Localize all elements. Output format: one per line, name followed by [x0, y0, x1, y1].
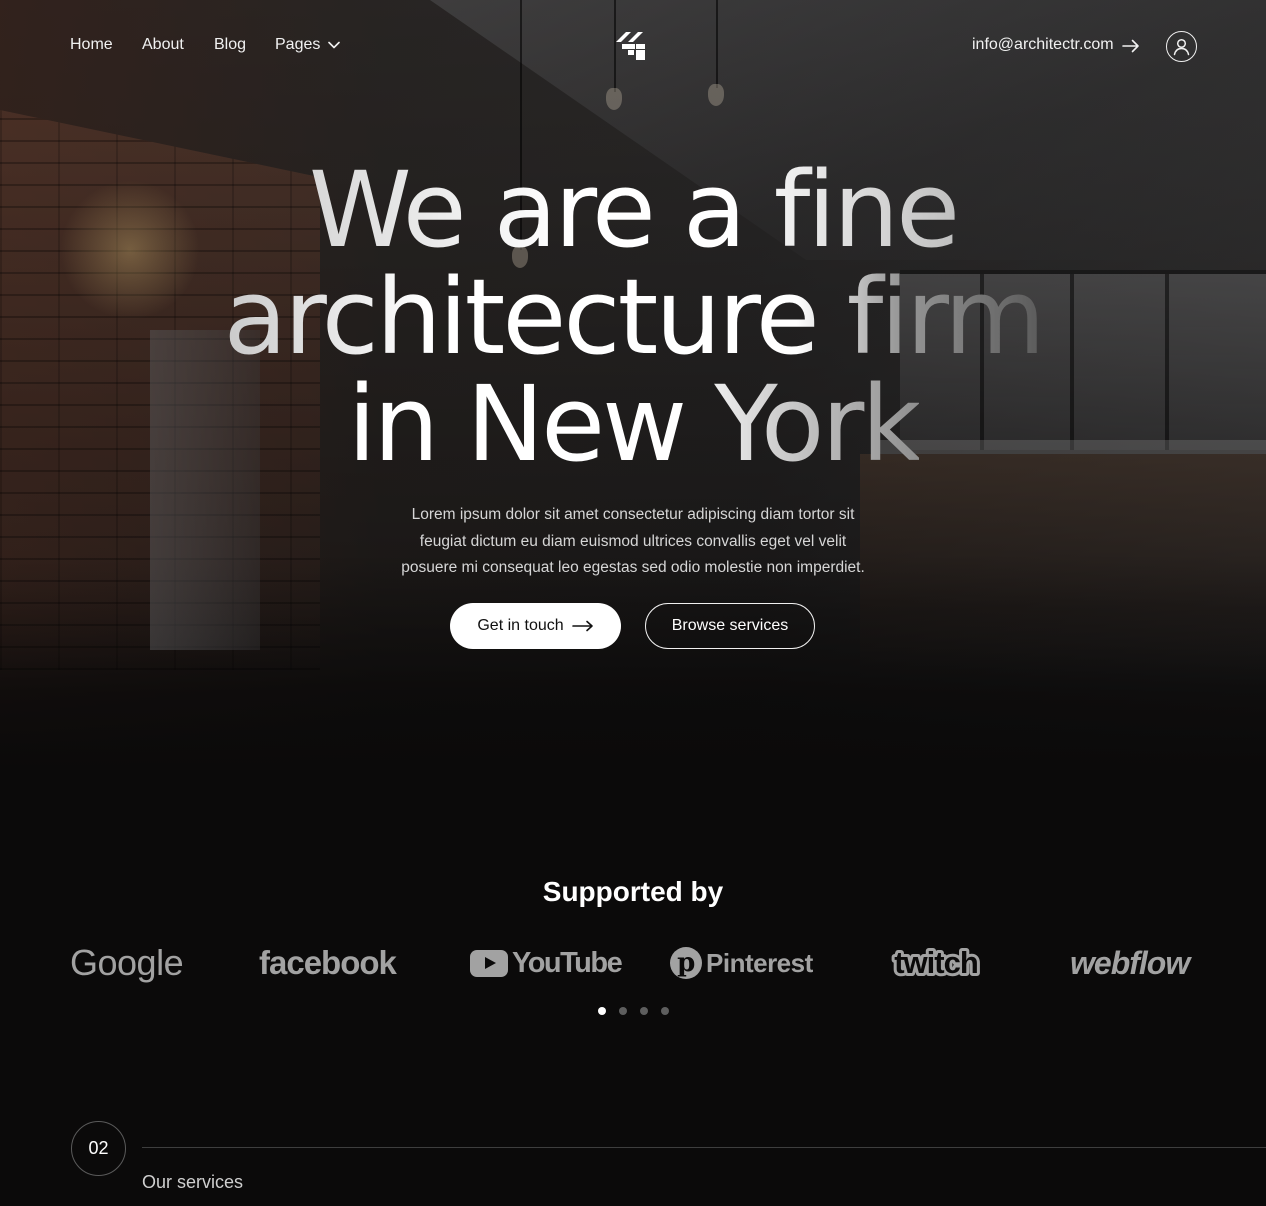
email-link[interactable]: info@architectr.com: [972, 36, 1114, 54]
youtube-logo: YouTube: [470, 940, 623, 986]
hero-headline-line-2: architecture firm: [223, 256, 1045, 378]
svg-text:twitch: twitch: [894, 945, 978, 980]
carousel-dot[interactable]: [598, 1007, 606, 1015]
nav-about-link[interactable]: About: [142, 36, 184, 54]
hero-headline-line-3: in New York: [347, 363, 921, 485]
nav-blog-link[interactable]: Blog: [214, 36, 246, 54]
browse-services-button[interactable]: Browse services: [645, 603, 815, 649]
user-account-button[interactable]: [1166, 31, 1197, 62]
supported-by-title: Supported by: [542, 876, 724, 907]
architectr-logo-icon[interactable]: [614, 30, 648, 62]
pinterest-logo: p Pinterest: [670, 940, 813, 986]
google-logo: Google: [70, 942, 184, 983]
chevron-down-icon[interactable]: [328, 41, 340, 49]
hero-description: Lorem ipsum dolor sit amet consectetur a…: [401, 506, 865, 576]
pinterest-p-icon: p: [670, 947, 702, 979]
carousel-dot[interactable]: [640, 1007, 648, 1015]
section-divider: [142, 1147, 1266, 1148]
carousel-dot[interactable]: [661, 1007, 669, 1015]
get-in-touch-button[interactable]: Get in touch: [450, 603, 621, 649]
section-number-badge: 02: [71, 1121, 126, 1176]
arrow-right-icon[interactable]: [1122, 39, 1140, 53]
nav-home-link[interactable]: Home: [70, 36, 113, 54]
facebook-logo: facebook: [259, 944, 397, 981]
hero-headline-line-1: We are a fine: [308, 149, 960, 271]
arrow-right-icon: [571, 620, 593, 632]
nav-pages-dropdown[interactable]: Pages: [275, 36, 320, 54]
user-circle-icon: [1173, 38, 1190, 56]
carousel-dot[interactable]: [619, 1007, 627, 1015]
youtube-play-icon: [470, 949, 508, 977]
webflow-logo: webflow: [1070, 944, 1190, 981]
twitch-logo: twitch twitch: [885, 940, 987, 986]
section-label: Our services: [142, 1172, 244, 1192]
